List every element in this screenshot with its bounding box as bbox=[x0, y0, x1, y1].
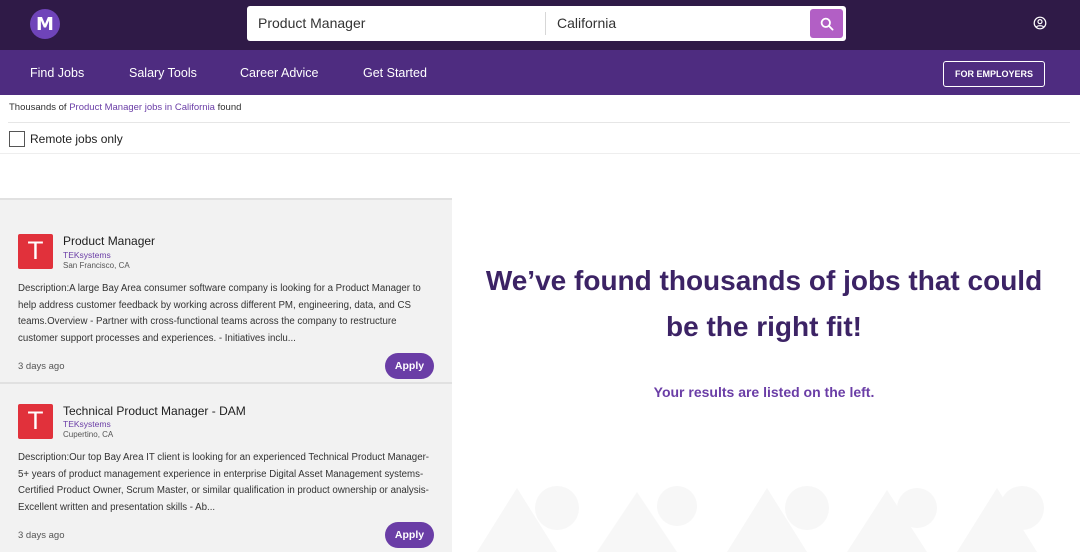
company-name[interactable]: TEKsystems bbox=[63, 250, 111, 260]
search-divider bbox=[545, 12, 546, 35]
job-title[interactable]: Technical Product Manager - DAM bbox=[63, 404, 246, 418]
results-prefix: Thousands of bbox=[9, 102, 70, 113]
apply-button[interactable]: Apply bbox=[385, 353, 434, 379]
apply-button[interactable]: Apply bbox=[385, 522, 434, 548]
search-icon bbox=[820, 17, 834, 31]
user-circle-icon[interactable] bbox=[1032, 15, 1048, 31]
brand-logo[interactable]: M bbox=[30, 9, 60, 39]
decorative-pattern bbox=[477, 486, 1044, 552]
job-card[interactable]: T Technical Product Manager - DAM TEKsys… bbox=[0, 382, 452, 552]
panel-subtext: Your results are listed on the left. bbox=[653, 384, 875, 400]
search-button[interactable] bbox=[810, 9, 843, 38]
company-name[interactable]: TEKsystems bbox=[63, 419, 111, 429]
job-location: San Francisco, CA bbox=[63, 261, 130, 270]
divider bbox=[8, 122, 1070, 123]
top-bar: M Product Manager California bbox=[0, 0, 1080, 50]
company-logo: T bbox=[18, 234, 53, 269]
nav-salary-tools[interactable]: Salary Tools bbox=[129, 50, 197, 95]
remote-label[interactable]: Remote jobs only bbox=[30, 132, 123, 146]
job-title-input[interactable]: Product Manager bbox=[258, 6, 365, 41]
job-list: T Product Manager TEKsystems San Francis… bbox=[0, 184, 452, 552]
results-keyword: Product Manager jobs in California bbox=[69, 102, 215, 113]
for-employers-button[interactable]: FOR EMPLOYERS bbox=[943, 61, 1045, 87]
nav-career-advice[interactable]: Career Advice bbox=[240, 50, 319, 95]
posted-age: 3 days ago bbox=[18, 530, 65, 541]
company-logo: T bbox=[18, 404, 53, 439]
search-bar: Product Manager California bbox=[247, 6, 846, 41]
posted-age: 3 days ago bbox=[18, 361, 65, 372]
main-nav: Find Jobs Salary Tools Career Advice Get… bbox=[0, 50, 1080, 95]
location-input[interactable]: California bbox=[557, 6, 616, 41]
remote-checkbox[interactable] bbox=[9, 131, 25, 147]
job-title[interactable]: Product Manager bbox=[63, 234, 155, 248]
nav-find-jobs[interactable]: Find Jobs bbox=[30, 50, 84, 95]
results-suffix: found bbox=[214, 102, 242, 113]
job-description: Description:Our top Bay Area IT client i… bbox=[18, 452, 430, 513]
nav-get-started[interactable]: Get Started bbox=[363, 50, 427, 95]
divider bbox=[0, 153, 1080, 154]
panel-headline: We’ve found thousands of jobs that could… bbox=[485, 265, 1043, 342]
job-card[interactable]: T Product Manager TEKsystems San Francis… bbox=[0, 198, 452, 384]
results-summary: Thousands of Product Manager jobs in Cal… bbox=[9, 102, 241, 113]
remote-filter[interactable]: Remote jobs only bbox=[9, 130, 123, 148]
job-location: Cupertino, CA bbox=[63, 430, 114, 439]
job-description: Description:A large Bay Area consumer so… bbox=[18, 283, 421, 344]
